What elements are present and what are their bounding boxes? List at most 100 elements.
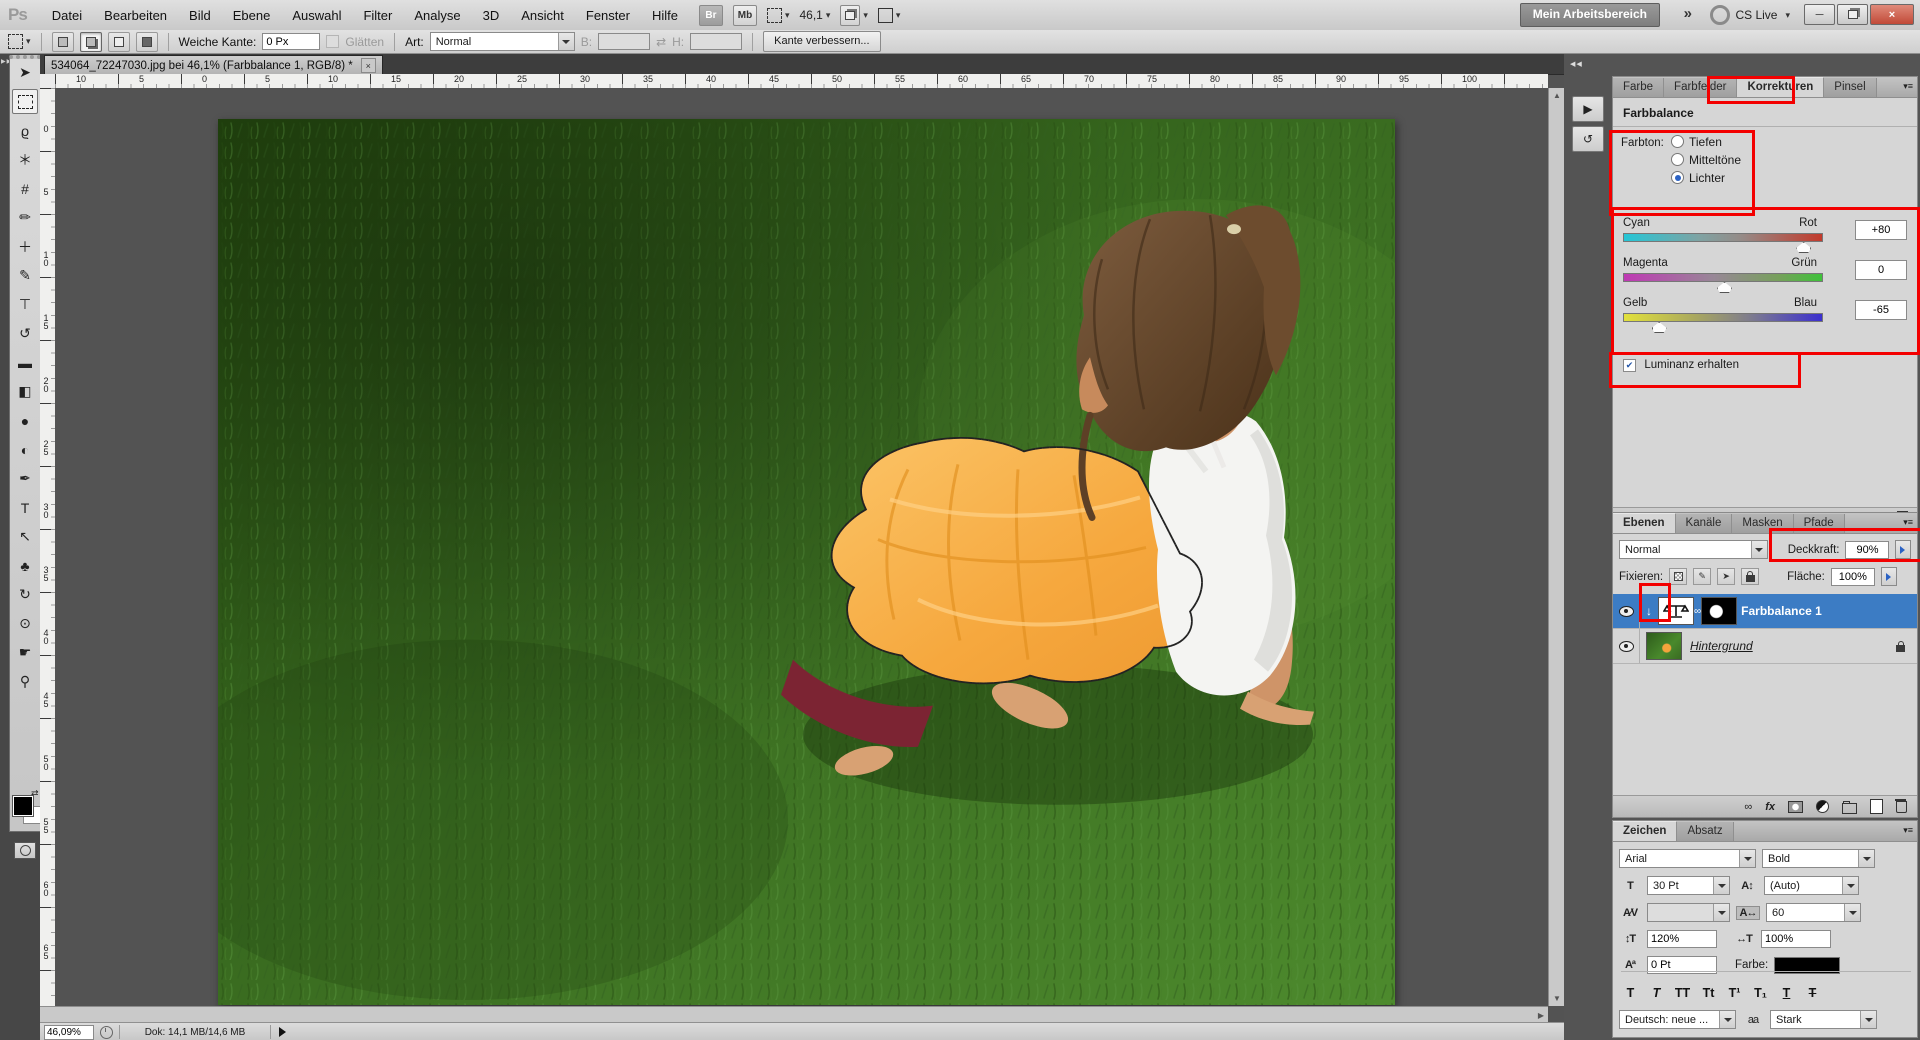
layer-row-farbbalance[interactable]: ↓ ∞ Farbbalance 1 (1613, 594, 1917, 629)
refine-edge-button[interactable]: Kante verbessern... (763, 31, 880, 52)
quick-mask-button[interactable] (14, 842, 36, 859)
selection-add-button[interactable] (80, 32, 102, 52)
tool-preset-button[interactable]: ▾ (8, 32, 31, 52)
hand-tool[interactable]: ☛ (12, 640, 38, 665)
gradient-tool[interactable]: ◧ (12, 379, 38, 404)
vertical-scale-input[interactable] (1647, 930, 1717, 948)
tab-absatz[interactable]: Absatz (1677, 822, 1733, 841)
farbbalance-adjustment-thumbnail[interactable] (1658, 597, 1694, 625)
background-layer-thumbnail[interactable] (1646, 632, 1682, 660)
collapse-panels-icon[interactable]: ◀◀ (1570, 60, 1583, 68)
layer-mask-thumbnail[interactable] (1701, 597, 1737, 625)
menu-fenster[interactable]: Fenster (575, 8, 641, 23)
selection-intersect-button[interactable] (136, 32, 158, 52)
slider-thumb[interactable] (1796, 242, 1811, 253)
workspace-button[interactable]: Mein Arbeitsbereich (1520, 3, 1660, 27)
gelb-blau-slider[interactable] (1623, 313, 1823, 322)
zoom-level-button[interactable]: 46,1▾ (800, 5, 831, 25)
font-style-select[interactable]: Bold (1762, 849, 1875, 868)
vertical-scrollbar[interactable]: ▲ ▼ (1548, 88, 1565, 1006)
workspace-overflow-chevrons[interactable]: » (1684, 5, 1692, 22)
minimize-button[interactable]: ─ (1804, 4, 1835, 25)
style-small-caps-button[interactable]: Tt (1697, 984, 1720, 1002)
rectangular-marquee-tool[interactable] (12, 89, 38, 114)
tab-kan-le[interactable]: Kanäle (1676, 514, 1733, 533)
horizontal-scrollbar[interactable]: ▶ (40, 1006, 1548, 1023)
add-mask-icon[interactable] (1788, 801, 1803, 813)
radio-mitteltoene[interactable]: Mitteltöne (1671, 153, 1741, 167)
eyedropper-tool[interactable]: ✏ (12, 205, 38, 230)
leading-select[interactable]: (Auto) (1764, 876, 1859, 895)
new-group-icon[interactable] (1842, 803, 1857, 814)
layer-visibility-cell[interactable] (1613, 629, 1640, 663)
move-tool[interactable]: ➤ (12, 60, 38, 85)
crop-tool[interactable]: # (12, 176, 38, 201)
mini-bridge-button[interactable]: Mb (733, 5, 757, 25)
deckkraft-input[interactable] (1845, 541, 1889, 559)
menu-bild[interactable]: Bild (178, 8, 222, 23)
flaeche-input[interactable] (1831, 568, 1875, 586)
panel-menu-icon[interactable]: ▾≡ (1903, 81, 1913, 92)
lock-all-icon[interactable] (1741, 568, 1759, 585)
deckkraft-spinner[interactable] (1895, 540, 1911, 559)
style-select[interactable]: Normal (430, 32, 575, 51)
menu-3d[interactable]: 3D (472, 8, 511, 23)
clone-stamp-tool[interactable]: ⊤ (12, 292, 38, 317)
type-tool[interactable]: T (12, 495, 38, 520)
cyan-rot-slider[interactable] (1623, 233, 1823, 242)
swap-dimensions-icon[interactable]: ⇄ (656, 35, 666, 49)
foreground-color-swatch[interactable] (13, 796, 33, 816)
document-tab[interactable]: 534064_72247030.jpg bei 46,1% (Farbbalan… (44, 55, 383, 76)
brush-tool[interactable]: ✎ (12, 263, 38, 288)
selection-subtract-button[interactable] (108, 32, 130, 52)
antialias-checkbox[interactable] (326, 35, 339, 48)
style-subscript-button[interactable]: T₁ (1749, 984, 1772, 1002)
menu-datei[interactable]: Datei (41, 8, 93, 23)
tab-farbfelder[interactable]: Farbfelder (1664, 78, 1737, 97)
cyan-rot-value-input[interactable] (1855, 220, 1907, 240)
language-select[interactable]: Deutsch: neue ... (1619, 1010, 1736, 1029)
cs-live-button[interactable]: CS Live ▾ (1710, 5, 1790, 25)
quick-selection-tool[interactable]: ＊ (12, 147, 38, 172)
menu-auswahl[interactable]: Auswahl (281, 8, 352, 23)
tab-ebenen[interactable]: Ebenen (1613, 513, 1676, 533)
width-input[interactable] (598, 33, 650, 50)
lock-pixels-icon[interactable]: ✎ (1693, 568, 1711, 585)
eraser-tool[interactable]: ▬ (12, 350, 38, 375)
blur-tool[interactable]: ● (12, 408, 38, 433)
luminanz-checkbox[interactable]: ✔ (1623, 359, 1636, 372)
custom-shape-tool[interactable]: ♣ (12, 553, 38, 578)
close-button[interactable]: × (1870, 4, 1914, 25)
selection-new-button[interactable] (52, 32, 74, 52)
slider-thumb[interactable] (1652, 322, 1667, 333)
font-family-select[interactable]: Arial (1619, 849, 1756, 868)
clip-layer-toggle-icon[interactable]: ↓ (1640, 604, 1658, 618)
new-adjustment-layer-icon[interactable] (1816, 800, 1829, 813)
lasso-tool[interactable]: ϱ (12, 118, 38, 143)
collapsed-actions-panel-button[interactable]: ▶ (1572, 96, 1604, 122)
panel-menu-icon[interactable]: ▾≡ (1903, 517, 1913, 528)
scroll-up-icon[interactable]: ▲ (1553, 91, 1561, 100)
panel-menu-icon[interactable]: ▾≡ (1903, 825, 1913, 836)
close-document-icon[interactable]: × (361, 58, 376, 73)
bridge-button[interactable]: Br (699, 5, 723, 25)
tab-korrekturen[interactable]: Korrekturen (1737, 77, 1824, 97)
screen-mode-button[interactable]: ▾ (878, 5, 901, 25)
lock-transparency-icon[interactable] (1669, 568, 1687, 585)
delete-layer-icon[interactable] (1896, 801, 1907, 813)
layer-name[interactable]: Farbbalance 1 (1741, 604, 1822, 618)
canvas-area[interactable] (55, 88, 1548, 1006)
feather-input[interactable] (262, 33, 320, 50)
magenta-gruen-value-input[interactable] (1855, 260, 1907, 280)
radio-tiefen[interactable]: Tiefen (1671, 135, 1722, 149)
scroll-right-icon[interactable]: ▶ (1538, 1011, 1544, 1020)
menu-ansicht[interactable]: Ansicht (510, 8, 575, 23)
tab-zeichen[interactable]: Zeichen (1613, 821, 1677, 841)
3d-rotate-tool[interactable]: ↻ (12, 582, 38, 607)
tab-farbe[interactable]: Farbe (1613, 78, 1664, 97)
menu-hilfe[interactable]: Hilfe (641, 8, 689, 23)
font-size-select[interactable]: 30 Pt (1647, 876, 1730, 895)
style-strikethrough-button[interactable]: T (1801, 984, 1824, 1002)
layer-style-fx-icon[interactable]: fx (1765, 801, 1775, 813)
link-layers-icon[interactable]: ∞ (1744, 801, 1752, 813)
